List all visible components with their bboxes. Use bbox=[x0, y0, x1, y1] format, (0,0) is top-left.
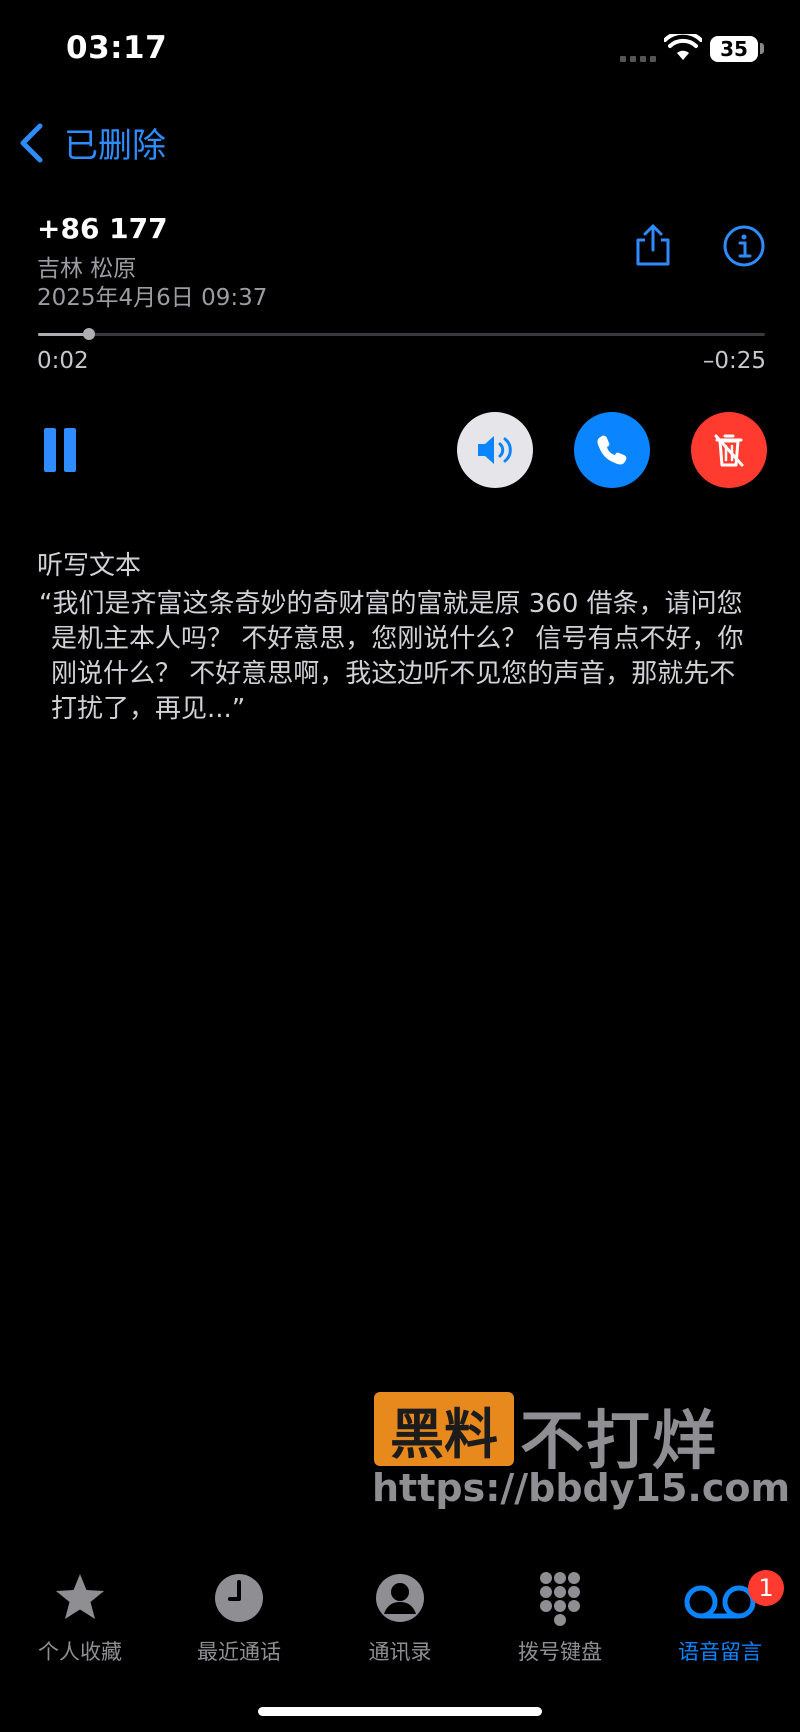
status-time: 03:17 bbox=[66, 30, 168, 66]
playback-track[interactable] bbox=[38, 333, 765, 336]
tab-keypad[interactable]: 拨号键盘 bbox=[485, 1570, 635, 1666]
clock-icon bbox=[215, 1574, 263, 1622]
info-icon[interactable] bbox=[722, 224, 766, 268]
playback-progress bbox=[38, 333, 89, 336]
speaker-button[interactable] bbox=[457, 412, 533, 488]
tab-recents[interactable]: 最近通话 bbox=[164, 1570, 314, 1666]
tab-label: 最近通话 bbox=[197, 1640, 281, 1664]
home-indicator bbox=[258, 1707, 542, 1716]
cellular-signal-icon bbox=[620, 56, 656, 62]
remaining-time: –0:25 bbox=[702, 348, 766, 374]
caller-number: +86 177 bbox=[37, 212, 168, 245]
tab-favorites[interactable]: 个人收藏 bbox=[5, 1570, 155, 1666]
call-back-button[interactable] bbox=[574, 412, 650, 488]
battery-indicator: 35 bbox=[710, 36, 758, 62]
watermark-logo-box: 黑料 bbox=[374, 1392, 514, 1466]
tab-label: 语音留言 bbox=[678, 1640, 762, 1664]
playback-scrubber[interactable] bbox=[83, 328, 95, 340]
trash-slash-icon bbox=[714, 434, 744, 467]
tab-contacts[interactable]: 通讯录 bbox=[325, 1570, 475, 1666]
battery-tip bbox=[760, 43, 764, 54]
transcript-text: “我们是齐富这条奇妙的奇财富的富就是原 360 借条，请问您是机主本人吗？ 不好… bbox=[37, 587, 759, 727]
share-icon[interactable] bbox=[630, 222, 676, 268]
contact-icon bbox=[376, 1574, 424, 1622]
wifi-icon bbox=[664, 34, 702, 60]
voicemail-icon bbox=[684, 1585, 756, 1619]
star-icon bbox=[56, 1574, 104, 1619]
voicemail-date: 2025年4月6日 09:37 bbox=[37, 285, 268, 311]
watermark-url: https://bbdy15.com bbox=[372, 1466, 791, 1510]
elapsed-time: 0:02 bbox=[37, 348, 89, 374]
chevron-left-icon bbox=[20, 123, 43, 162]
transcript-body: “我们是齐富这条奇妙的奇财富的富就是原 360 借条，请问您是机主本人吗？ 不好… bbox=[39, 589, 744, 724]
voicemail-badge: 1 bbox=[748, 1570, 784, 1606]
tab-label: 个人收藏 bbox=[38, 1640, 122, 1664]
speaker-icon bbox=[478, 436, 512, 464]
back-button[interactable]: 已删除 bbox=[16, 118, 166, 167]
transcript-title: 听写文本 bbox=[37, 551, 142, 581]
pause-button[interactable] bbox=[42, 428, 78, 472]
tab-label: 拨号键盘 bbox=[518, 1640, 602, 1664]
keypad-icon bbox=[540, 1572, 580, 1626]
delete-forever-button[interactable] bbox=[691, 412, 767, 488]
phone-icon bbox=[597, 435, 627, 465]
back-label: 已删除 bbox=[64, 126, 166, 166]
tab-label: 通讯录 bbox=[368, 1640, 432, 1664]
